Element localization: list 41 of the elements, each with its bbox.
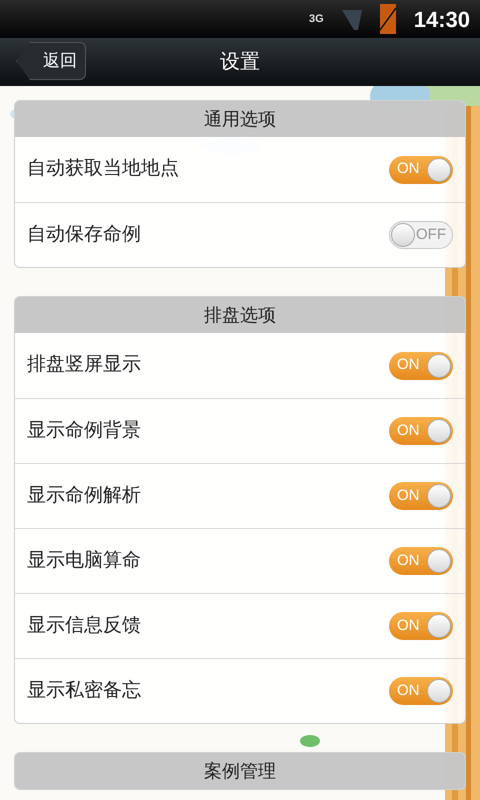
setting-label: 显示命例解析 [27, 484, 141, 508]
setting-row[interactable]: 显示命例解析 ON [15, 463, 465, 528]
toggle-knob [427, 158, 451, 182]
page-title: 设置 [220, 50, 260, 75]
section-header: 案例管理 [15, 753, 465, 789]
setting-row[interactable]: 自动保存命例 OFF [15, 202, 465, 267]
toggle-knob [427, 614, 451, 638]
toggle-knob [427, 484, 451, 508]
signal-icon [342, 8, 362, 30]
setting-row[interactable]: 自动获取当地地点 ON [15, 137, 465, 202]
toggle-label: ON [397, 680, 420, 701]
section-header: 排盘选项 [15, 297, 465, 333]
toggle-label: ON [397, 355, 420, 376]
toggle-label: ON [397, 420, 420, 441]
setting-label: 自动获取当地地点 [27, 157, 179, 182]
toggle-label: ON [397, 486, 420, 506]
battery-icon [380, 4, 396, 34]
setting-row[interactable]: 排盘竖屏显示 ON [15, 333, 465, 398]
toggle-label: ON [397, 550, 420, 571]
toggle-label: ON [397, 616, 420, 636]
setting-label: 自动保存命例 [27, 222, 141, 247]
clock: 14:30 [414, 6, 470, 34]
toggle-knob [427, 354, 451, 378]
setting-row[interactable]: 显示命例背景 ON [15, 398, 465, 463]
setting-label: 显示信息反馈 [27, 614, 141, 638]
setting-label: 显示电脑算命 [27, 548, 141, 573]
setting-row[interactable]: 显示私密备忘 ON [15, 658, 465, 723]
toggle-label: OFF [416, 224, 446, 245]
toggle-knob [427, 549, 451, 573]
back-button[interactable]: 返回 [16, 42, 86, 80]
setting-label: 排盘竖屏显示 [27, 353, 141, 378]
toggle-knob [391, 223, 415, 247]
setting-label: 显示命例背景 [27, 418, 141, 443]
toggle-knob [427, 679, 451, 703]
toggle-label: ON [397, 159, 420, 180]
setting-label: 显示私密备忘 [27, 678, 141, 703]
setting-row[interactable]: 显示信息反馈 ON [15, 593, 465, 658]
setting-row[interactable]: 显示电脑算命 ON [15, 528, 465, 593]
section-header: 通用选项 [15, 101, 465, 137]
toggle-knob [427, 419, 451, 443]
network-label: 3G [309, 14, 324, 24]
